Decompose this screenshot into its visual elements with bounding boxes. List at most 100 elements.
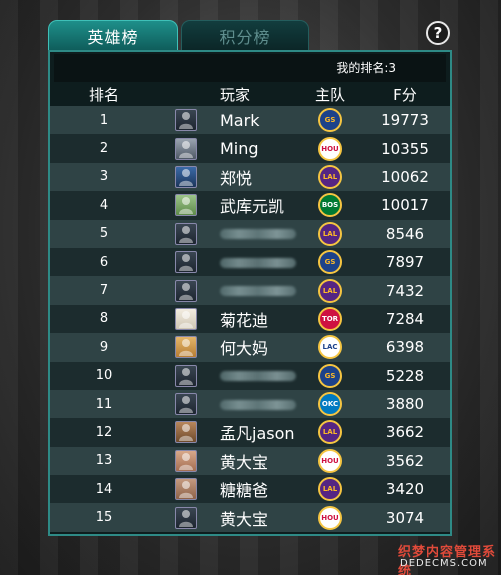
redacted-name — [220, 286, 296, 297]
avatar-cell — [158, 251, 214, 274]
player-avatar[interactable] — [175, 449, 197, 472]
team-logo-icon: LAL — [318, 278, 342, 303]
table-row[interactable]: 5 LAL 8546 — [50, 219, 450, 248]
tab-hero-ranking[interactable]: 英雄榜 — [48, 20, 178, 50]
team-cell: LAL — [300, 477, 360, 502]
player-avatar[interactable] — [175, 336, 197, 359]
player-avatar[interactable] — [175, 109, 197, 132]
player-score: 7284 — [385, 309, 425, 328]
header-player: 玩家 — [220, 85, 251, 104]
team-logo-icon: LAL — [318, 164, 342, 189]
rank-number: 12 — [95, 424, 113, 440]
tab-points-ranking[interactable]: 积分榜 — [181, 20, 309, 50]
player-avatar[interactable] — [175, 421, 197, 444]
avatar-cell — [158, 364, 214, 387]
team-cell: LAL — [300, 164, 360, 189]
avatar-cell — [158, 137, 214, 160]
player-score: 3880 — [385, 395, 425, 414]
avatar-cell — [158, 222, 214, 245]
player-name — [214, 224, 300, 243]
table-row[interactable]: 13 黄大宝 HOU 3562 — [50, 446, 450, 476]
header-score: F分 — [393, 85, 417, 104]
table-header: 排名 玩家 主队 F分 — [50, 82, 450, 106]
player-avatar[interactable] — [175, 279, 197, 302]
player-score: 5228 — [385, 366, 425, 385]
rank-number: 8 — [99, 311, 109, 327]
player-avatar[interactable] — [175, 478, 197, 501]
table-row[interactable]: 15 黄大宝 HOU 3074 — [50, 503, 450, 532]
player-name — [214, 253, 300, 272]
player-avatar[interactable] — [175, 364, 197, 387]
team-cell: GS — [300, 250, 360, 275]
player-score: 3562 — [385, 451, 425, 470]
player-name — [214, 366, 300, 385]
table-row[interactable]: 2 Ming HOU 10355 — [50, 134, 450, 163]
table-row[interactable]: 11 OKC 3880 — [50, 389, 450, 419]
player-avatar[interactable] — [175, 222, 197, 245]
avatar-cell — [158, 279, 214, 302]
player-score: 3074 — [385, 508, 425, 527]
table-row[interactable]: 9 何大妈 LAC 6398 — [50, 333, 450, 362]
team-logo-icon: LAL — [318, 420, 342, 445]
player-score: 19773 — [381, 111, 429, 130]
avatar-cell — [158, 393, 214, 416]
player-name: Mark — [220, 110, 260, 130]
rank-number: 1 — [99, 112, 109, 128]
leaderboard-rows: 1 Mark GS 19773 2 Ming HOU 10355 3 郑悦 LAL 10062 4 武库元… — [50, 106, 450, 532]
player-name: 何大妈 — [220, 339, 269, 359]
player-score: 3662 — [385, 423, 425, 442]
my-rank-bar: 我的排名:3 — [54, 54, 446, 82]
player-score: 10062 — [381, 167, 429, 186]
rank-number: 7 — [99, 283, 109, 299]
table-row[interactable]: 8 菊花迪 TOR 7284 — [50, 304, 450, 334]
team-logo-icon: LAL — [318, 477, 342, 502]
table-row[interactable]: 7 LAL 7432 — [50, 276, 450, 305]
player-name: 黄大宝 — [220, 452, 269, 472]
team-cell: HOU — [300, 136, 360, 161]
table-row[interactable]: 12 孟凡jason LAL 3662 — [50, 418, 450, 447]
player-name: 糖糖爸 — [220, 481, 269, 501]
team-logo-icon: GS — [318, 108, 342, 133]
avatar-cell — [158, 307, 214, 330]
player-avatar[interactable] — [175, 393, 197, 416]
player-avatar[interactable] — [175, 194, 197, 217]
player-score: 10017 — [381, 196, 429, 215]
table-row[interactable]: 3 郑悦 LAL 10062 — [50, 162, 450, 192]
avatar-cell — [158, 109, 214, 132]
rank-number: 5 — [99, 226, 109, 242]
table-row[interactable]: 14 糖糖爸 LAL 3420 — [50, 475, 450, 504]
redacted-name — [220, 229, 296, 240]
player-avatar[interactable] — [175, 137, 197, 160]
player-name — [214, 395, 300, 414]
player-avatar[interactable] — [175, 165, 197, 188]
team-logo-icon: LAL — [318, 221, 342, 246]
table-row[interactable]: 6 GS 7897 — [50, 247, 450, 277]
team-logo-icon: BOS — [318, 193, 342, 218]
team-cell: TOR — [300, 306, 360, 331]
player-score: 6398 — [385, 338, 425, 357]
rank-number: 15 — [95, 510, 113, 526]
team-logo-icon: HOU — [318, 448, 342, 473]
team-cell: HOU — [300, 448, 360, 473]
table-row[interactable]: 1 Mark GS 19773 — [50, 106, 450, 135]
team-logo-icon: OKC — [318, 392, 342, 417]
player-avatar[interactable] — [175, 307, 197, 330]
leaderboard-tabs: 英雄榜 积分榜 — [48, 20, 309, 50]
player-avatar[interactable] — [175, 506, 197, 529]
team-logo-icon: TOR — [318, 306, 342, 331]
team-cell: LAC — [300, 335, 360, 360]
team-cell: LAL — [300, 420, 360, 445]
team-cell: LAL — [300, 278, 360, 303]
team-logo-icon: GS — [318, 363, 342, 388]
table-row[interactable]: 10 GS 5228 — [50, 361, 450, 390]
redacted-name — [220, 257, 296, 268]
team-cell: GS — [300, 363, 360, 388]
team-cell: OKC — [300, 392, 360, 417]
player-avatar[interactable] — [175, 251, 197, 274]
rank-number: 4 — [99, 197, 109, 213]
redacted-name — [220, 371, 296, 382]
table-row[interactable]: 4 武库元凯 BOS 10017 — [50, 191, 450, 220]
team-logo-icon: GS — [318, 250, 342, 275]
team-logo-icon: HOU — [318, 505, 342, 530]
help-icon[interactable]: ? — [426, 21, 450, 45]
